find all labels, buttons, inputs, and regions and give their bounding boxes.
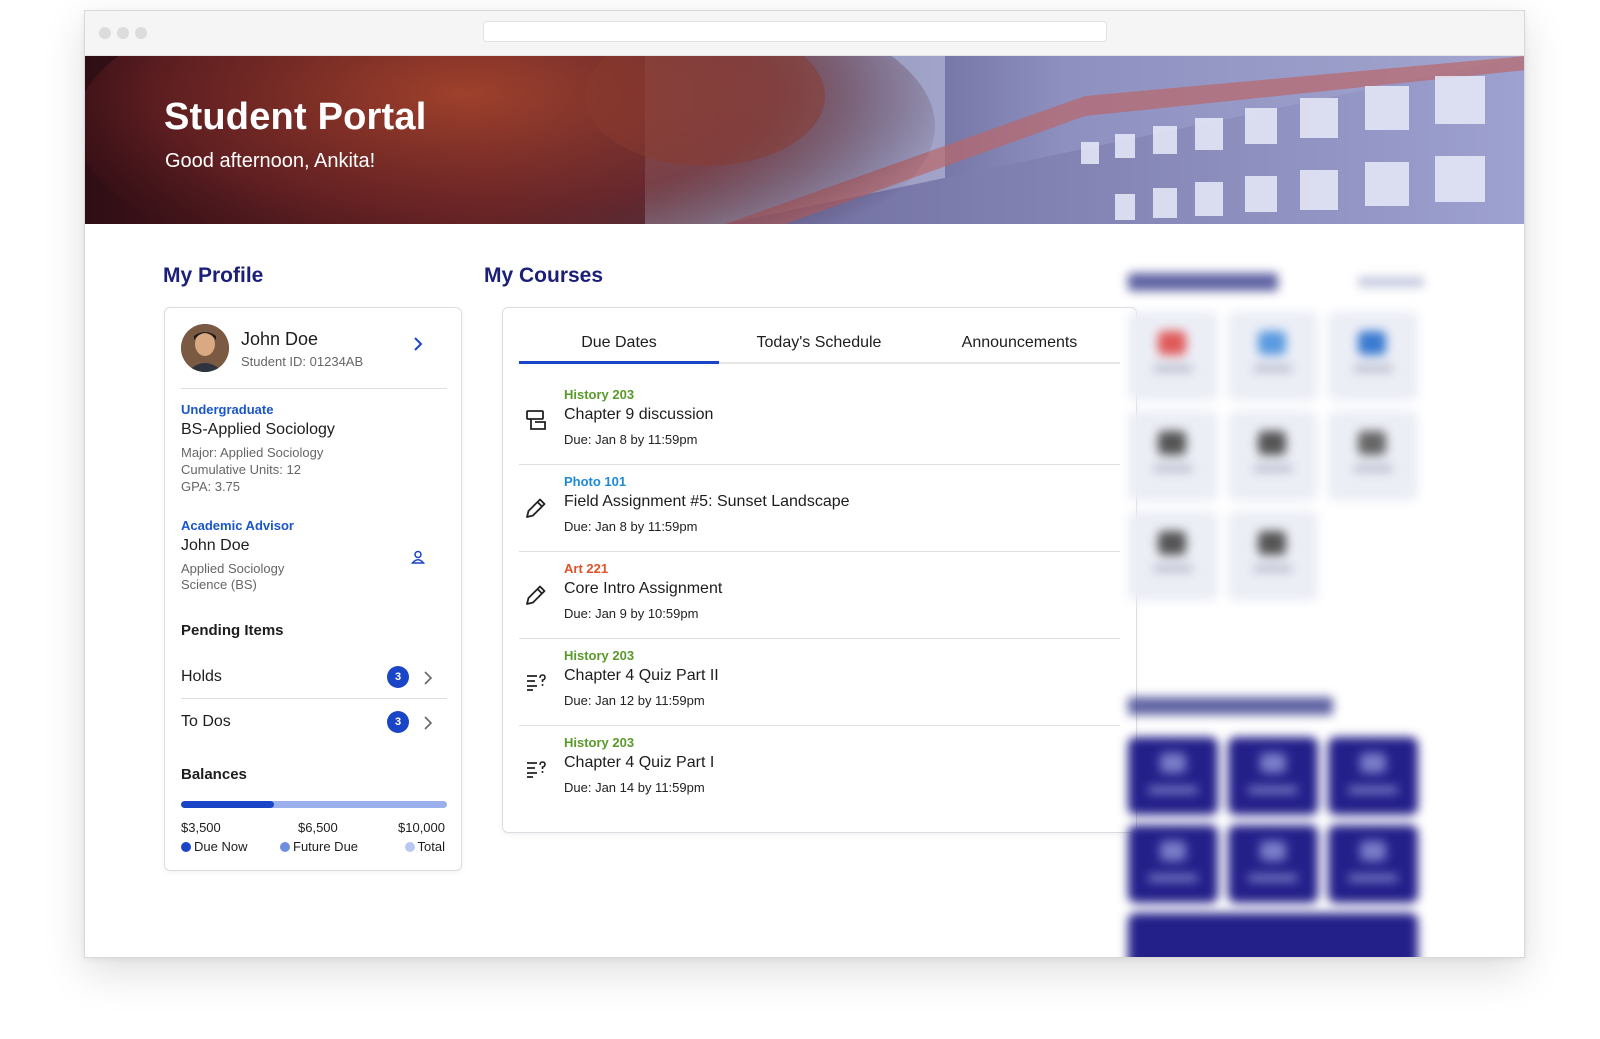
course-item[interactable]: Photo 101 Field Assignment #5: Sunset La… (519, 465, 1120, 552)
balances-label: Balances (181, 766, 247, 783)
important-resources-heading-placeholder (1128, 697, 1333, 715)
course-item-title[interactable]: Core Intro Assignment (564, 580, 722, 598)
avatar (181, 324, 229, 372)
resource-tile[interactable] (1228, 737, 1318, 815)
units-text: Cumulative Units: 12 (181, 462, 301, 477)
course-item-due: Due: Jan 8 by 11:59pm (564, 432, 698, 447)
balance-total-value: $10,000 (398, 820, 445, 835)
course-item[interactable]: History 203 Chapter 4 Quiz Part II Due: … (519, 639, 1120, 726)
resource-tile[interactable] (1128, 825, 1218, 903)
advisor-dept-line1: Applied Sociology (181, 561, 285, 576)
course-item-title[interactable]: Chapter 9 discussion (564, 406, 713, 424)
quick-link-tile[interactable] (1128, 311, 1218, 401)
legend-future-due: Future Due (280, 839, 358, 854)
courses-card: Due Dates Today's Schedule Announcements… (502, 307, 1137, 833)
course-tag: History 203 (564, 735, 635, 750)
course-tag: Art 221 (564, 561, 609, 576)
profile-name[interactable]: John Doe (241, 329, 318, 350)
course-item[interactable]: Art 221 Core Intro Assignment Due: Jan 9… (519, 552, 1120, 639)
resource-tile[interactable] (1228, 825, 1318, 903)
course-item-due: Due: Jan 8 by 11:59pm (564, 519, 698, 534)
advisor-dept-line2: Science (BS) (181, 577, 257, 592)
campus-banner-image (85, 56, 1524, 224)
resource-tile[interactable] (1328, 737, 1418, 815)
person-icon[interactable] (410, 550, 426, 569)
student-id: Student ID: 01234AB (241, 354, 364, 369)
quick-link-tile[interactable] (1128, 511, 1218, 601)
course-tag: History 203 (564, 387, 635, 402)
course-item-title[interactable]: Field Assignment #5: Sunset Landscape (564, 493, 850, 511)
profile-card: John Doe Student ID: 01234AB Undergradua… (164, 307, 462, 871)
balance-due-now-fill (181, 801, 275, 808)
window-minimize-dot[interactable] (117, 27, 129, 39)
active-tab-indicator (519, 361, 719, 364)
legend-future-label: Future Due (293, 839, 359, 854)
window-close-dot[interactable] (99, 27, 111, 39)
resource-wide-tile[interactable] (1128, 913, 1418, 957)
chevron-right-icon[interactable] (412, 336, 424, 357)
quiz-icon (523, 756, 549, 782)
pencil-icon (523, 582, 549, 608)
course-item-due: Due: Jan 12 by 11:59pm (564, 693, 705, 708)
program-name: BS-Applied Sociology (181, 421, 335, 438)
browser-chrome (85, 11, 1524, 56)
quick-links-heading-placeholder (1128, 273, 1278, 291)
major-text: Major: Applied Sociology (181, 445, 324, 460)
quick-link-tile[interactable] (1228, 311, 1318, 401)
course-item-title[interactable]: Chapter 4 Quiz Part I (564, 754, 714, 772)
course-item[interactable]: History 203 Chapter 4 Quiz Part I Due: J… (519, 726, 1120, 813)
advisor-label: Academic Advisor (181, 518, 294, 533)
todos-count-badge: 3 (387, 711, 409, 733)
address-bar[interactable] (483, 21, 1107, 42)
legend-due-now: Due Now (181, 839, 247, 854)
tab-todays-schedule[interactable]: Today's Schedule (719, 334, 919, 352)
course-item[interactable]: History 203 Chapter 9 discussion Due: Ja… (519, 378, 1120, 465)
my-courses-heading: My Courses (484, 264, 604, 287)
window-maximize-dot[interactable] (135, 27, 147, 39)
quick-link-tile[interactable] (1128, 411, 1218, 501)
holds-label[interactable]: Holds (181, 668, 222, 686)
course-item-due: Due: Jan 9 by 10:59pm (564, 606, 699, 621)
holds-chevron-icon[interactable] (423, 670, 433, 691)
quick-link-tile[interactable] (1228, 511, 1318, 601)
legend-total-label: Total (417, 839, 445, 854)
gpa-text: GPA: 3.75 (181, 479, 241, 494)
quiz-icon (523, 669, 549, 695)
hero-banner: Student Portal Good afternoon, Ankita! (85, 56, 1524, 224)
quick-link-tile[interactable] (1228, 411, 1318, 501)
balance-due-now-value: $3,500 (181, 820, 221, 835)
customize-link-placeholder[interactable] (1358, 277, 1424, 287)
tab-announcements[interactable]: Announcements (919, 334, 1120, 352)
course-tag: Photo 101 (564, 474, 627, 489)
course-tabs: Due Dates Today's Schedule Announcements (519, 328, 1120, 364)
divider (181, 388, 447, 389)
balance-future-value: $6,500 (298, 820, 338, 835)
todos-chevron-icon[interactable] (423, 715, 433, 736)
course-item-title[interactable]: Chapter 4 Quiz Part II (564, 667, 719, 685)
tab-due-dates[interactable]: Due Dates (519, 334, 719, 352)
quick-link-tile[interactable] (1328, 411, 1418, 501)
quick-link-tile[interactable] (1328, 311, 1418, 401)
legend-due-now-label: Due Now (194, 839, 248, 854)
page-title: Student Portal (164, 96, 427, 138)
legend-total: Total (404, 839, 445, 854)
my-profile-heading: My Profile (163, 264, 264, 287)
advisor-name: John Doe (181, 537, 250, 554)
pending-items-label: Pending Items (181, 622, 284, 639)
blurred-right-column (1128, 263, 1458, 957)
balance-progress-bar (181, 801, 447, 808)
todos-label[interactable]: To Dos (181, 713, 231, 731)
divider (181, 698, 447, 699)
holds-count-badge: 3 (387, 666, 409, 688)
pencil-icon (523, 495, 549, 521)
greeting-text: Good afternoon, Ankita! (165, 150, 376, 172)
course-tag: History 203 (564, 648, 635, 663)
program-level: Undergraduate (181, 402, 274, 417)
resource-tile[interactable] (1328, 825, 1418, 903)
browser-window: Student Portal Good afternoon, Ankita! M… (84, 10, 1525, 958)
resource-tile[interactable] (1128, 737, 1218, 815)
discussion-icon (523, 408, 549, 434)
course-item-due: Due: Jan 14 by 11:59pm (564, 780, 705, 795)
